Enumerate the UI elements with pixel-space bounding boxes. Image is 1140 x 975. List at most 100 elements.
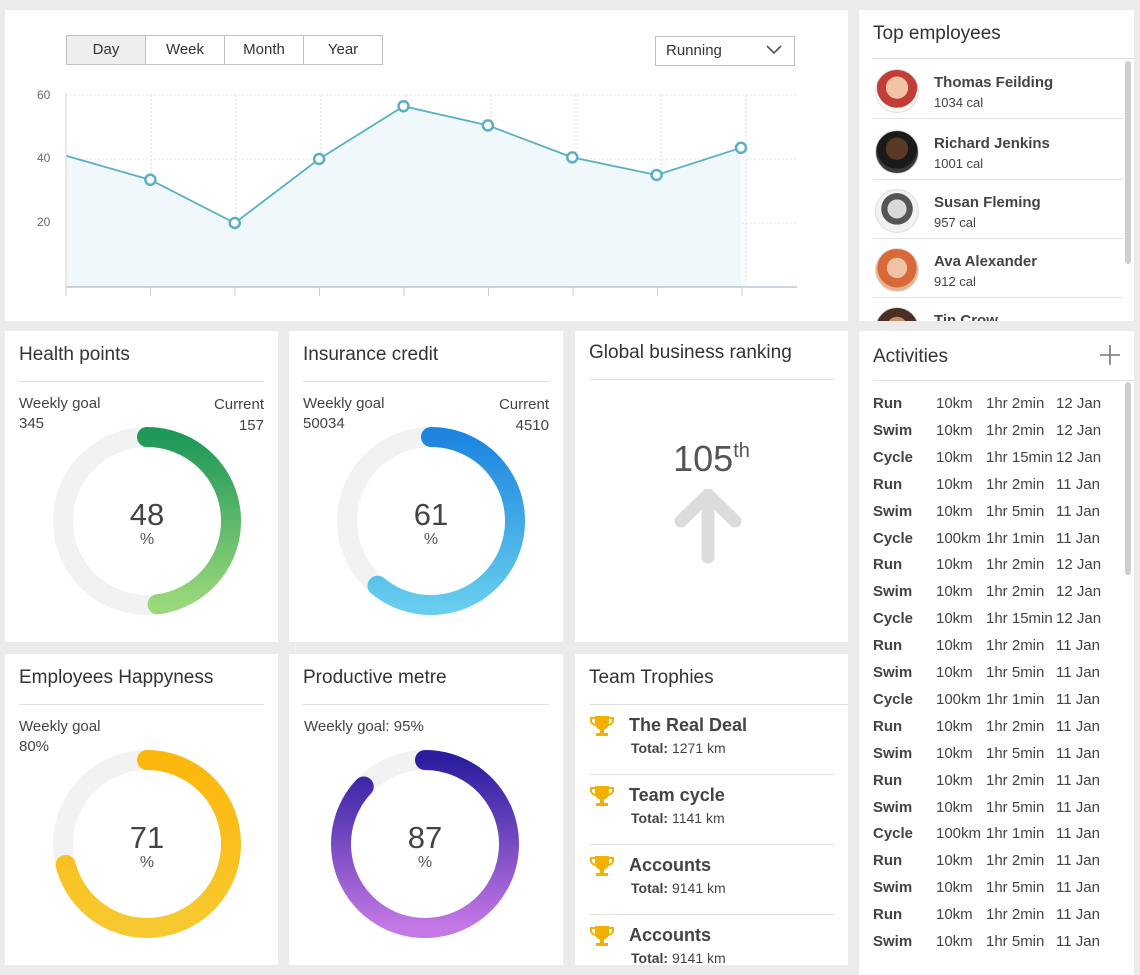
activity-duration: 1hr 5min (986, 502, 1045, 520)
activity-distance: 100km (936, 825, 982, 843)
activity-distance: 10km (936, 556, 973, 574)
trophy-item[interactable]: Accounts Total: 9141 km (589, 915, 835, 965)
avatar (875, 189, 919, 233)
divider (19, 381, 264, 382)
activity-date: 11 Jan (1056, 502, 1100, 520)
employee-calories: 912 cal (934, 274, 976, 289)
activity-duration: 1hr 5min (986, 664, 1045, 681)
activity-type: Cycle (873, 448, 914, 466)
add-activity-icon[interactable] (1100, 345, 1120, 365)
gauge-unit: % (139, 531, 155, 548)
activity-date: 11 Jan (1056, 717, 1100, 735)
activity-duration: 1hr 5min (986, 744, 1045, 762)
activity-type: Run (873, 637, 903, 655)
trophy-item[interactable]: Accounts Total: 9141 km (589, 845, 835, 915)
gauge-value: 71 (129, 820, 165, 855)
total-label: Total: (631, 810, 669, 826)
activity-date: 12 Jan (1056, 448, 1102, 466)
activity-type: Run (873, 852, 903, 870)
trophy-total: Total: 1271 km (631, 740, 726, 756)
divider (19, 704, 264, 705)
chart-area-fill (66, 106, 741, 287)
activity-date: 12 Jan (1056, 421, 1102, 439)
activity-type: Swim (873, 933, 913, 950)
activity-type: Swim (873, 798, 913, 816)
activity-duration: 1hr 2min (986, 771, 1045, 789)
employee-row[interactable]: Susan Fleming 957 cal (873, 181, 1123, 239)
employee-row[interactable]: Thomas Feilding 1034 cal (873, 61, 1123, 119)
activity-date: 11 Jan (1056, 664, 1100, 681)
activity-distance: 100km (936, 529, 982, 547)
trophy-name: Team cycle (629, 785, 725, 805)
activity-date: 12 Jan (1056, 610, 1102, 628)
trophy-total: Total: 9141 km (631, 950, 726, 965)
divider (589, 379, 834, 380)
activity-date: 11 Jan (1056, 475, 1100, 493)
activity-duration: 1hr 2min (986, 717, 1045, 735)
total-label: Total: (631, 880, 669, 896)
weekly-goal-label: Weekly goal (19, 718, 101, 735)
health-points-panel: Health points Weekly goal 345 Current 15… (5, 331, 278, 642)
activity-date: 11 Jan (1056, 852, 1100, 870)
activity-duration: 1hr 15min (986, 610, 1053, 628)
employee-row[interactable]: Richard Jenkins 1001 cal (873, 122, 1123, 180)
employee-row[interactable]: Tin Crow (873, 299, 1123, 321)
scrollbar[interactable] (1125, 61, 1131, 264)
line-area-chart: 60 40 20 (37, 88, 797, 296)
employee-name: Thomas Feilding (934, 74, 1054, 91)
data-point (397, 99, 410, 113)
data-point (144, 173, 157, 187)
activity-type: Run (873, 395, 903, 412)
y-tick-label: 40 (37, 151, 51, 165)
activity-type: Run (873, 556, 903, 574)
data-point (228, 216, 241, 230)
activity-type: Cycle (873, 690, 914, 708)
activity-duration: 1hr 5min (986, 879, 1045, 897)
employee-name: Ava Alexander (934, 253, 1038, 270)
activity-distance: 10km (936, 906, 973, 924)
activity-date: 11 Jan (1056, 690, 1100, 708)
weekly-goal-value: 345 (19, 415, 45, 432)
activity-date: 11 Jan (1056, 825, 1100, 843)
activity-distance: 10km (936, 421, 973, 439)
gauge-unit: % (423, 531, 439, 548)
activity-date: 11 Jan (1056, 529, 1100, 547)
employee-name: Richard Jenkins (934, 135, 1050, 152)
activity-distance: 10km (936, 798, 973, 816)
employee-calories: 1001 cal (934, 156, 984, 171)
data-point (312, 152, 326, 166)
activity-date: 11 Jan (1056, 637, 1100, 655)
activity-distance: 10km (936, 933, 973, 950)
activity-distance: 10km (936, 448, 973, 466)
activity-type: Swim (873, 583, 913, 601)
trophy-name: The Real Deal (629, 715, 748, 735)
employee-name: Tin Crow (934, 312, 998, 321)
employee-calories: 957 cal (934, 215, 976, 230)
total-label: Total: (631, 950, 669, 965)
scrollbar[interactable] (1125, 382, 1131, 575)
data-point (481, 119, 495, 132)
activity-date: 11 Jan (1056, 906, 1100, 924)
y-tick-label: 20 (37, 215, 51, 229)
activity-distance: 10km (936, 502, 973, 520)
trophy-total: Total: 9141 km (631, 880, 726, 896)
activity-duration: 1hr 5min (986, 798, 1045, 816)
team-trophies-panel: Team Trophies The Real Deal Total: 1271 … (575, 654, 848, 965)
activity-distance: 10km (936, 744, 973, 762)
activity-distance: 10km (936, 637, 973, 655)
employee-row[interactable]: Ava Alexander 912 cal (873, 240, 1123, 298)
activity-duration: 1hr 2min (986, 475, 1045, 493)
trophy-item[interactable]: Team cycle Total: 1141 km (589, 775, 835, 845)
data-point (734, 141, 748, 155)
trophy-total: Total: 1141 km (631, 810, 725, 826)
trophy-item[interactable]: The Real Deal Total: 1271 km (589, 705, 835, 775)
activity-duration: 1hr 1min (986, 690, 1045, 708)
activity-date: 11 Jan (1056, 933, 1100, 950)
divider (873, 58, 1134, 59)
total-label: Total: (631, 740, 669, 756)
activity-date: 11 Jan (1056, 879, 1100, 897)
activity-duration: 1hr 2min (986, 556, 1045, 574)
activity-duration: 1hr 15min (986, 448, 1053, 466)
trophy-name: Accounts (629, 925, 712, 945)
activity-type: Run (873, 906, 903, 924)
